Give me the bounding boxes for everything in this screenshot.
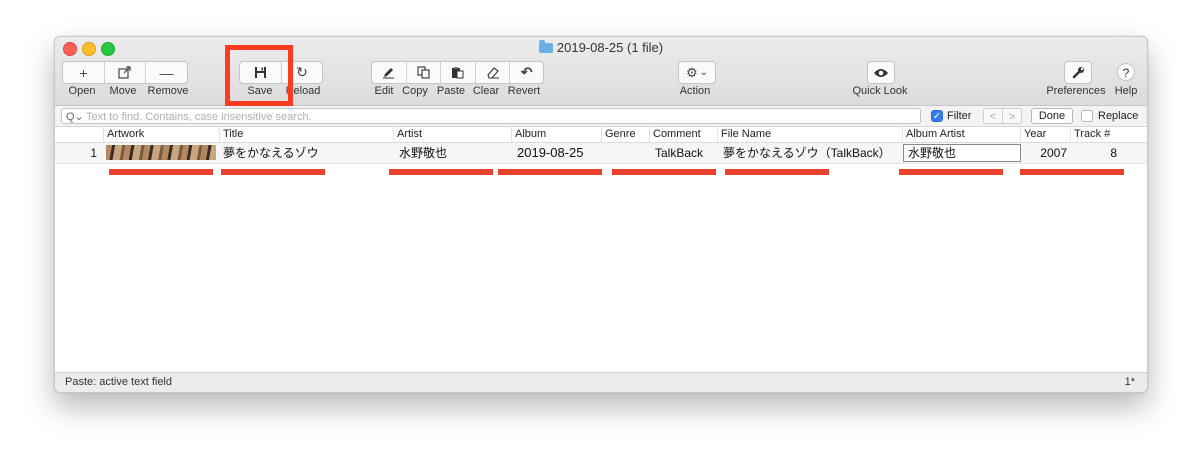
search-placeholder: Text to find. Contains, case insensitive…	[86, 111, 312, 123]
previous-match-button[interactable]: <	[983, 108, 1003, 124]
copy-icon	[417, 66, 430, 79]
cell-artist[interactable]: 水野敬也	[399, 143, 509, 163]
save-highlight-box	[225, 45, 293, 106]
preferences-button[interactable]	[1065, 62, 1091, 83]
eye-icon	[874, 68, 888, 77]
revert-icon: ↶	[520, 64, 533, 80]
row-index: 1	[90, 146, 97, 160]
column-header-genre[interactable]: Genre	[601, 127, 649, 142]
column-header-title[interactable]: Title	[219, 127, 393, 142]
edit-button[interactable]	[372, 62, 407, 83]
eraser-icon	[486, 67, 499, 79]
cell-file-name[interactable]: 夢をかなえるゾウ（TalkBack）	[723, 143, 901, 163]
annotation-underline-artwork	[109, 169, 213, 175]
annotation-underline-album-artist	[899, 169, 1003, 175]
column-header-file-name[interactable]: File Name	[717, 127, 902, 142]
search-icon: Q⌄	[66, 111, 84, 123]
paste-label: Paste	[436, 85, 466, 97]
remove-button[interactable]: —	[146, 62, 187, 83]
edit-label: Edit	[374, 85, 394, 97]
annotation-underline-year-track	[1020, 169, 1124, 175]
replace-label: Replace	[1098, 110, 1139, 122]
filter-checkbox[interactable]: ✓	[931, 110, 943, 122]
chevron-right-icon: >	[1008, 111, 1016, 123]
cell-genre[interactable]	[603, 143, 649, 163]
open-label: Open	[68, 85, 96, 97]
cell-album[interactable]: 2019-08-25	[517, 143, 601, 163]
move-button[interactable]	[105, 62, 146, 83]
copy-label: Copy	[402, 85, 428, 97]
status-bar: Paste: active text field 1*	[55, 372, 1147, 392]
cell-year[interactable]: 2007	[1021, 143, 1071, 163]
quicklook-label: Quick Look	[852, 85, 908, 97]
open-button[interactable]: +	[63, 62, 105, 83]
cell-album-artist-editing[interactable]: 水野敬也	[903, 144, 1021, 162]
column-header-track[interactable]: Track #	[1070, 127, 1122, 142]
quicklook-group	[867, 61, 895, 84]
search-input[interactable]: Q⌄ Text to find. Contains, case insensit…	[61, 108, 921, 124]
annotation-underline-artist	[389, 169, 493, 175]
folder-icon	[538, 40, 553, 53]
main-window: 2019-08-25 (1 file) + — Open Move Remove…	[54, 36, 1148, 393]
cell-title[interactable]: 夢をかなえるゾウ	[223, 143, 391, 163]
remove-label: Remove	[147, 85, 189, 97]
move-label: Move	[109, 85, 137, 97]
quicklook-button[interactable]	[868, 62, 894, 83]
chevron-down-icon: ⌄	[699, 67, 709, 78]
column-header-artwork[interactable]: Artwork	[103, 127, 219, 142]
next-match-button[interactable]: >	[1002, 108, 1022, 124]
column-header-artist[interactable]: Artist	[393, 127, 511, 142]
preferences-group	[1064, 61, 1092, 84]
replace-checkbox[interactable]	[1081, 110, 1093, 122]
status-text: Paste: active text field	[65, 376, 172, 388]
preferences-label: Preferences	[1046, 85, 1106, 97]
filter-label: Filter	[947, 110, 972, 122]
copy-button[interactable]	[407, 62, 442, 83]
paste-icon	[452, 67, 464, 79]
clear-label: Clear	[472, 85, 500, 97]
column-header-year[interactable]: Year	[1020, 127, 1070, 142]
table-header: Artwork Title Artist Album Genre Comment…	[55, 127, 1147, 143]
cell-track[interactable]: 8	[1071, 143, 1121, 163]
search-bar: Q⌄ Text to find. Contains, case insensit…	[55, 106, 1147, 127]
revert-label: Revert	[507, 85, 541, 97]
action-button[interactable]: ⚙ ⌄	[679, 62, 715, 83]
annotation-underline-title	[221, 169, 325, 175]
move-icon	[118, 66, 131, 79]
status-count: 1*	[1124, 376, 1135, 388]
annotation-underline-file-name	[725, 169, 829, 175]
column-header-album[interactable]: Album	[511, 127, 601, 142]
help-label: Help	[1114, 85, 1138, 97]
table-row[interactable]: 1 夢をかなえるゾウ 水野敬也 2019-08-25 TalkBack 夢をかな…	[55, 143, 1147, 164]
reload-icon: ↻	[296, 64, 308, 80]
annotation-underline-comment	[612, 169, 716, 175]
gear-icon: ⚙	[685, 64, 698, 80]
help-button[interactable]: ?	[1117, 63, 1135, 81]
edit-buttons-group: ↶	[371, 61, 544, 84]
help-icon: ?	[1122, 66, 1130, 80]
done-button[interactable]: Done	[1031, 108, 1073, 124]
column-header-comment[interactable]: Comment	[649, 127, 717, 142]
column-header-album-artist[interactable]: Album Artist	[902, 127, 1020, 142]
wrench-icon	[1072, 67, 1084, 79]
artwork-thumbnail[interactable]	[106, 145, 216, 160]
action-label: Action	[679, 85, 711, 97]
plus-icon: +	[79, 64, 88, 81]
cell-comment[interactable]: TalkBack	[655, 143, 717, 163]
action-group: ⚙ ⌄	[678, 61, 716, 84]
minus-icon: —	[159, 64, 174, 81]
annotation-underline-album	[498, 169, 602, 175]
revert-button[interactable]: ↶	[510, 62, 543, 83]
chevron-left-icon: <	[989, 111, 997, 123]
file-buttons-group: + —	[62, 61, 188, 84]
clear-button[interactable]	[476, 62, 511, 83]
title-bar: 2019-08-25 (1 file) + — Open Move Remove…	[55, 37, 1147, 106]
window-title: 2019-08-25 (1 file)	[55, 40, 1147, 56]
paste-button[interactable]	[441, 62, 476, 83]
pencil-icon	[383, 68, 395, 79]
